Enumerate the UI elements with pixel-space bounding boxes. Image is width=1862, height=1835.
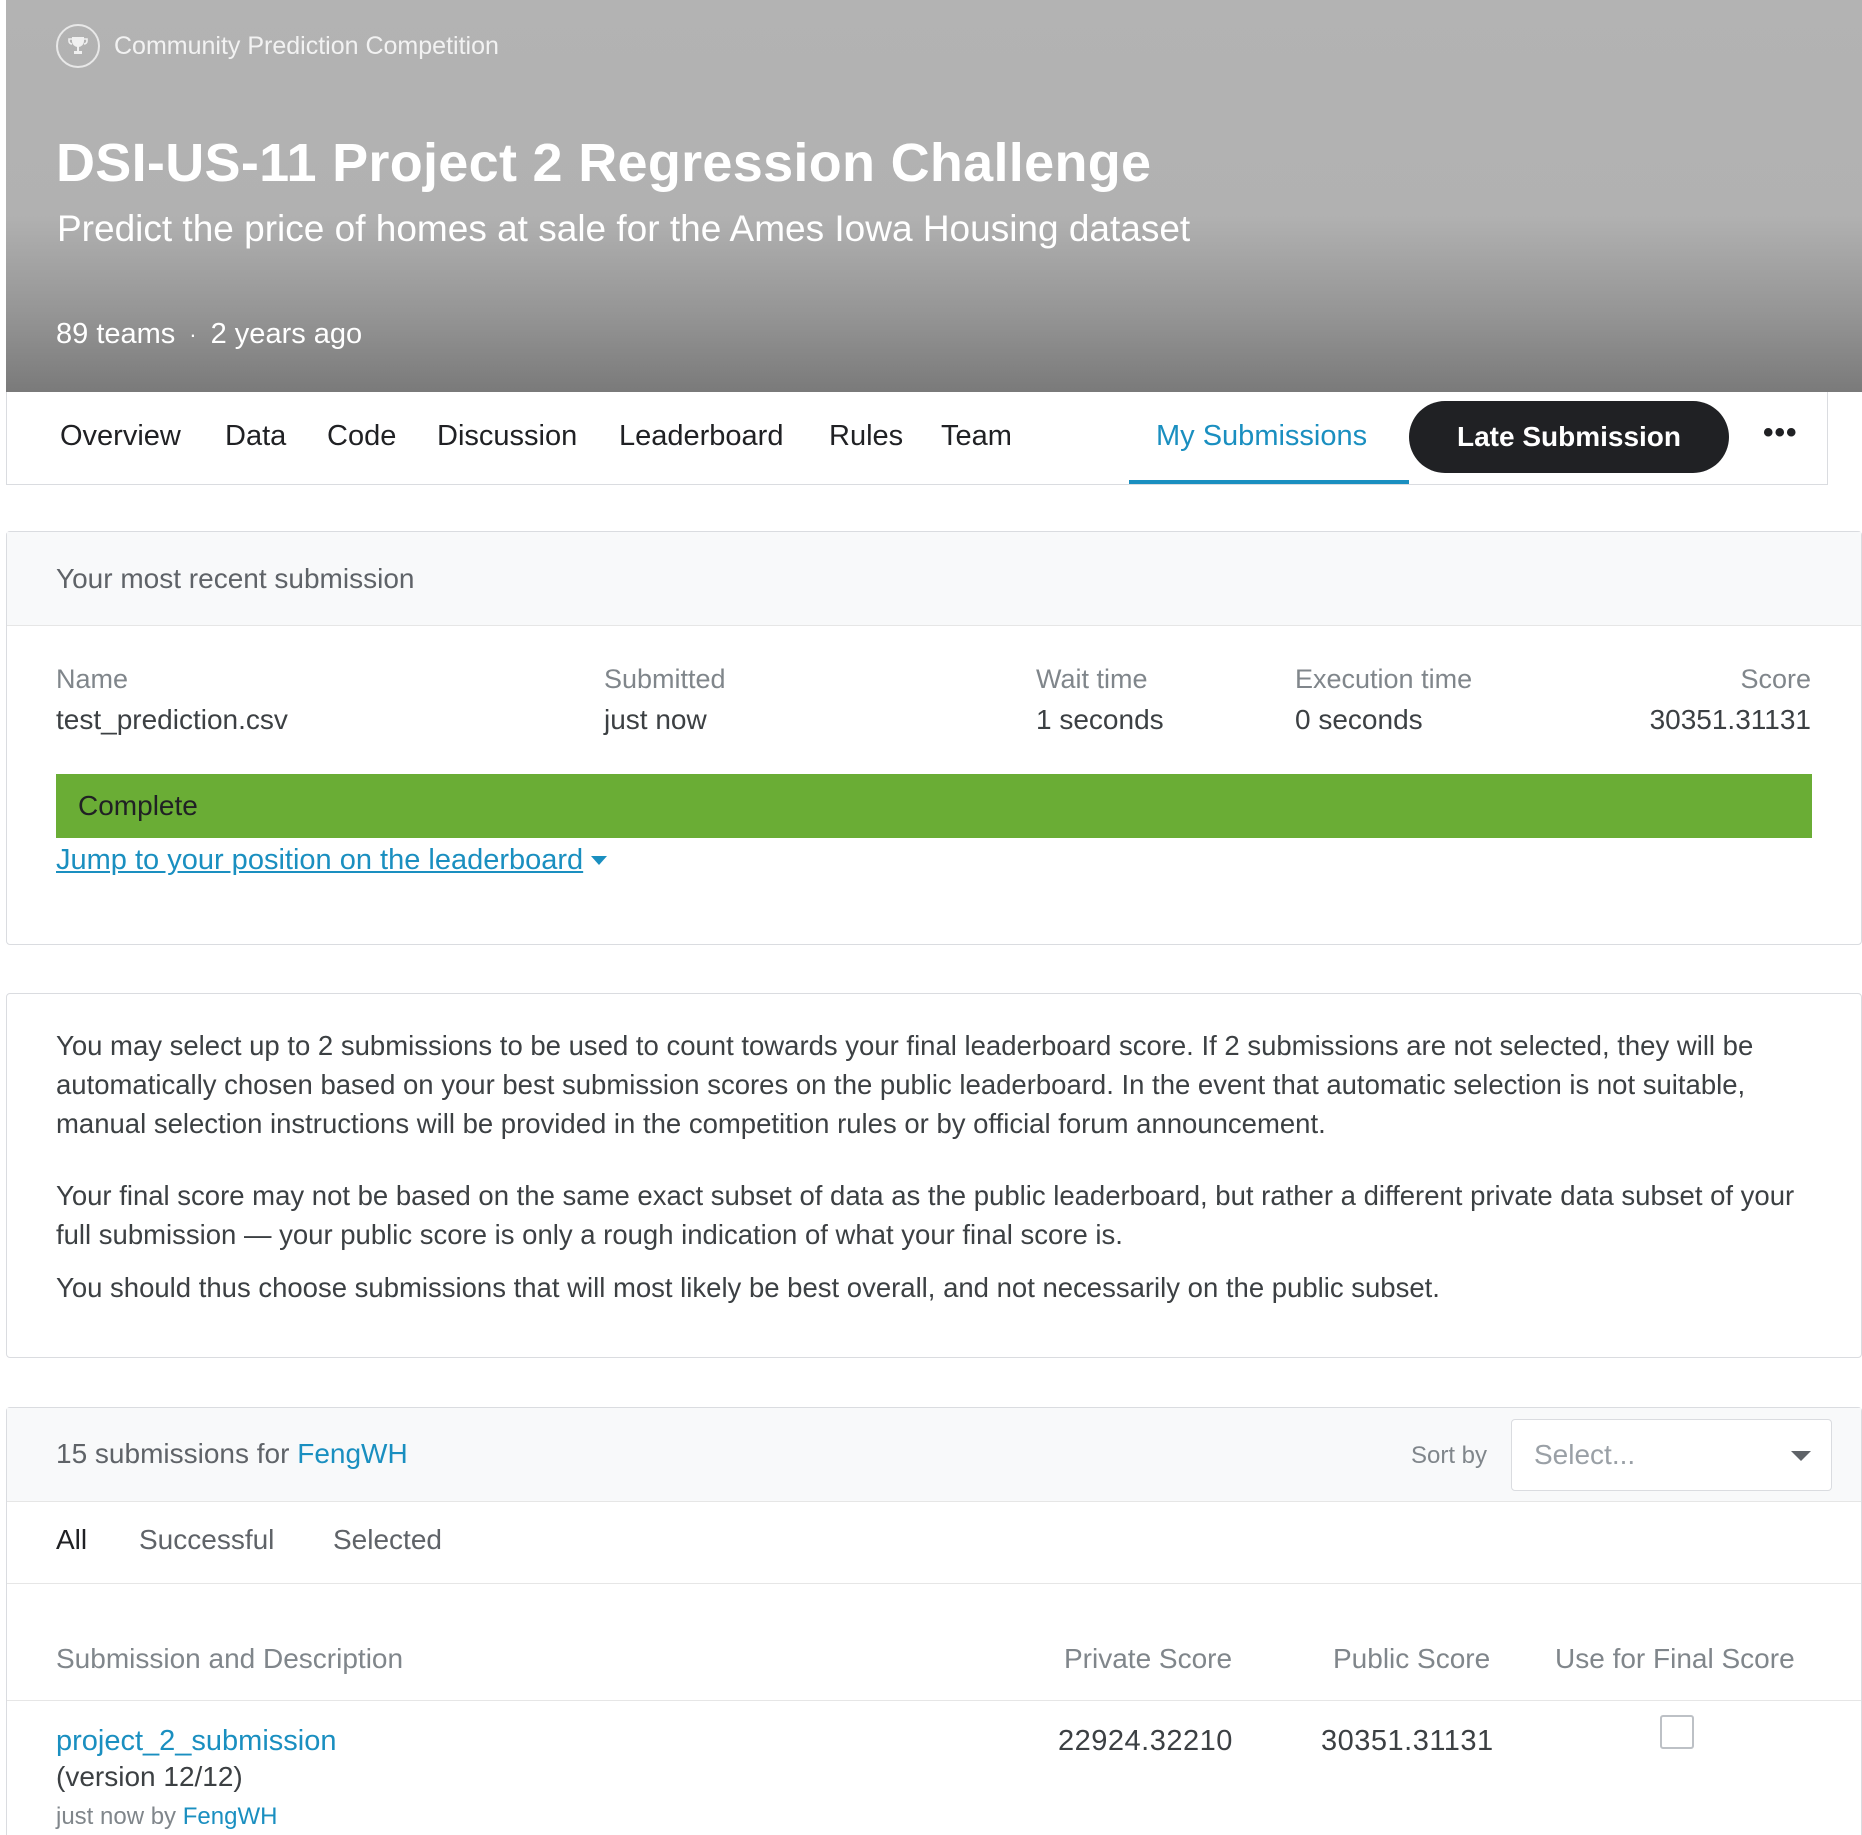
execution-time-label: Execution time (1295, 664, 1473, 694)
competition-tabs: Overview Data Code Discussion Leaderboar… (6, 392, 1828, 485)
score-value: 30351.31131 (1649, 704, 1811, 735)
name-label: Name (56, 664, 129, 694)
column-public-score: Public Score (1333, 1643, 1491, 1674)
tab-team[interactable]: Team (941, 420, 1012, 453)
competition-header: Community Prediction Competition DSI-US-… (6, 0, 1862, 392)
submission-time: just now by (56, 1803, 177, 1830)
tab-my-submissions[interactable]: My Submissions (1156, 420, 1367, 453)
jump-link-label: Jump to your position on the leaderboard (56, 844, 584, 876)
public-score-value: 30351.31131 (1321, 1725, 1494, 1757)
submission-filters: All Successful Selected (7, 1502, 1861, 1584)
submitted-value: just now (604, 704, 707, 735)
trophy-icon (56, 24, 100, 68)
tab-discussion[interactable]: Discussion (437, 420, 577, 453)
info-paragraph-2: Your final score may not be based on the… (56, 1180, 1795, 1250)
column-private-score: Private Score (1064, 1643, 1233, 1674)
sort-select-placeholder: Select... (1534, 1439, 1636, 1470)
competition-type-badge: Community Prediction Competition (56, 24, 499, 68)
submitted-label: Submitted (604, 664, 726, 694)
column-use-for-final: Use for Final Score (1555, 1643, 1795, 1674)
jump-to-leaderboard-link[interactable]: Jump to your position on the leaderboard (56, 844, 608, 877)
filter-successful[interactable]: Successful (139, 1524, 274, 1556)
wait-time-label: Wait time (1036, 664, 1148, 694)
competition-age: 2 years ago (210, 318, 363, 350)
tab-data[interactable]: Data (225, 420, 286, 453)
use-for-final-checkbox[interactable] (1660, 1715, 1694, 1749)
submission-byline: just now by FengWH (56, 1803, 277, 1831)
sort-by-label: Sort by (1411, 1442, 1488, 1469)
table-row: project_2_submission (version 12/12) jus… (7, 1701, 1861, 1835)
competition-type-label: Community Prediction Competition (114, 31, 499, 60)
teams-count: 89 teams (56, 318, 176, 350)
info-paragraph-3: You should thus choose submissions that … (56, 1272, 1440, 1303)
submissions-header: 15 submissions for FengWH Sort by Select… (7, 1408, 1861, 1502)
wait-time-value: 1 seconds (1036, 704, 1164, 735)
late-submission-button[interactable]: Late Submission (1409, 401, 1729, 473)
competition-meta: 89 teams · 2 years ago (56, 318, 362, 351)
submission-author-link[interactable]: FengWH (183, 1803, 278, 1830)
submission-version: (version 12/12) (56, 1761, 243, 1792)
caret-down-icon (591, 856, 608, 865)
name-value: test_prediction.csv (56, 704, 288, 735)
recent-submission-panel: Your most recent submission Name test_pr… (6, 531, 1862, 945)
tab-rules[interactable]: Rules (829, 420, 903, 453)
execution-time-value: 0 seconds (1295, 704, 1423, 735)
tab-overview[interactable]: Overview (60, 420, 181, 453)
filter-selected[interactable]: Selected (333, 1524, 442, 1556)
recent-submission-body: Name test_prediction.csv Submitted just … (7, 626, 1861, 944)
submissions-count: 15 submissions for FengWH (56, 1438, 408, 1470)
chevron-down-icon (1791, 1451, 1811, 1461)
meta-separator: · (189, 321, 197, 347)
submissions-user-link[interactable]: FengWH (297, 1438, 407, 1469)
tab-leaderboard[interactable]: Leaderboard (619, 420, 783, 453)
submissions-table: Submission and Description Private Score… (7, 1585, 1861, 1835)
submissions-count-text: 15 submissions for (56, 1438, 290, 1469)
private-score-value: 22924.32210 (1058, 1725, 1233, 1757)
page-title: DSI-US-11 Project 2 Regression Challenge (56, 133, 1152, 193)
score-label: Score (1740, 664, 1811, 694)
info-paragraph-1: You may select up to 2 submissions to be… (56, 1030, 1754, 1139)
page-subtitle: Predict the price of homes at sale for t… (57, 208, 1191, 249)
more-options-icon[interactable]: ••• (1763, 416, 1798, 450)
submission-name-link[interactable]: project_2_submission (56, 1725, 336, 1758)
status-bar-complete: Complete (56, 774, 1812, 838)
column-submission-description: Submission and Description (56, 1643, 404, 1674)
filter-all[interactable]: All (56, 1524, 87, 1556)
sort-select[interactable]: Select... (1511, 1419, 1832, 1491)
recent-submission-heading: Your most recent submission (7, 532, 1861, 626)
submissions-panel: 15 submissions for FengWH Sort by Select… (6, 1407, 1862, 1835)
tab-code[interactable]: Code (327, 420, 396, 453)
final-score-info-panel: You may select up to 2 submissions to be… (6, 993, 1862, 1358)
active-tab-indicator (1129, 480, 1409, 484)
